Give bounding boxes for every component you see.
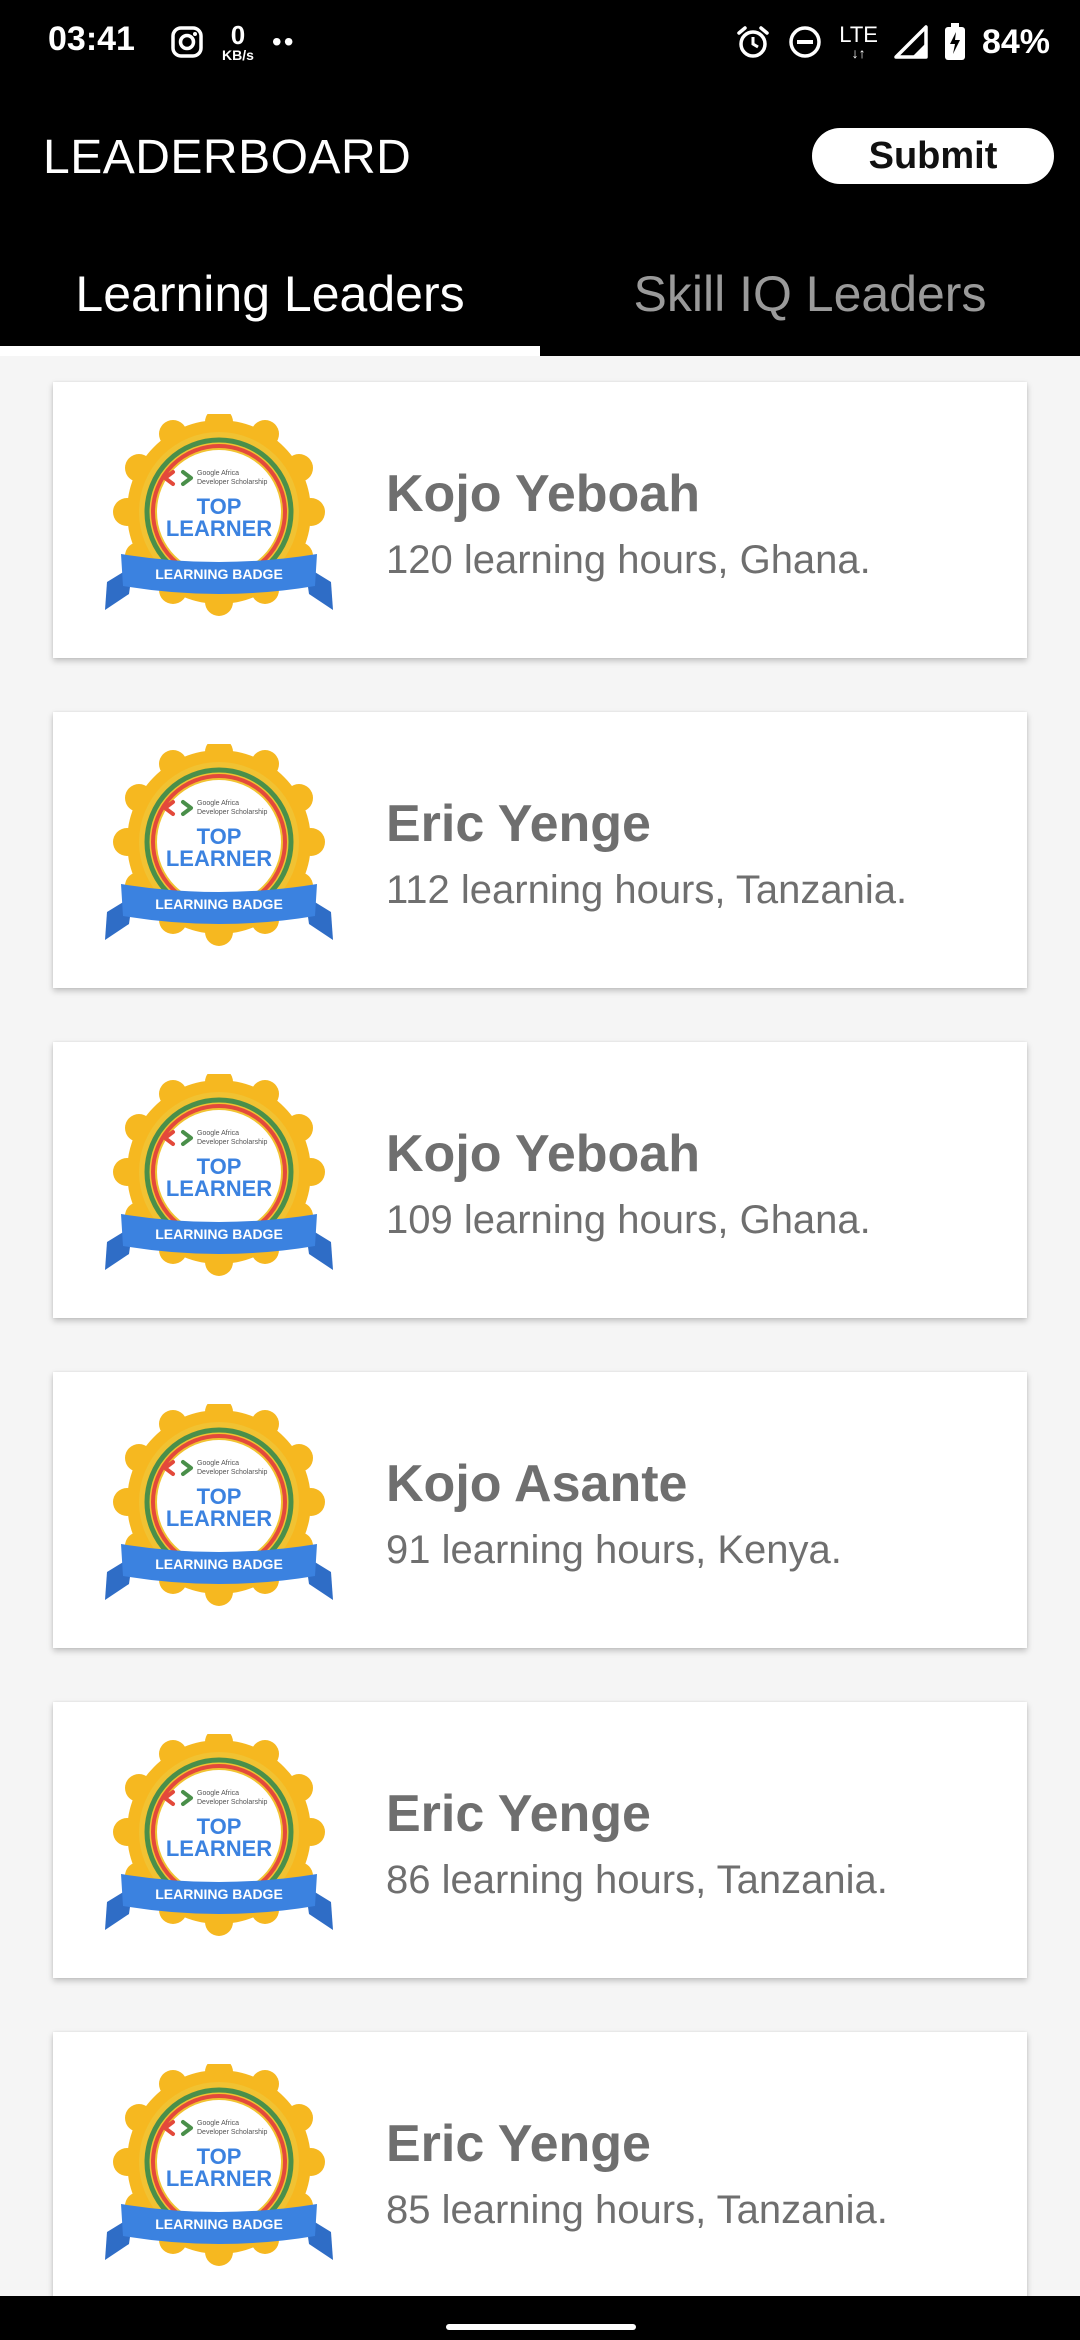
- top-learner-badge-icon: Google Africa Developer Scholarship TOP …: [105, 1404, 333, 1606]
- tab-skill-iq-leaders[interactable]: Skill IQ Leaders: [540, 232, 1080, 356]
- leader-name: Kojo Asante: [386, 1455, 688, 1513]
- leader-name: Kojo Yeboah: [386, 1125, 700, 1183]
- leader-hours-country: 86 learning hours, Tanzania.: [386, 1858, 888, 1902]
- leader-card[interactable]: Google Africa Developer Scholarship TOP …: [53, 382, 1027, 658]
- svg-text:Google Africa: Google Africa: [197, 1790, 239, 1797]
- svg-text:LEARNING BADGE: LEARNING BADGE: [155, 1886, 283, 1902]
- tab-indicator: [0, 346, 540, 356]
- svg-text:Developer Scholarship: Developer Scholarship: [197, 1139, 268, 1146]
- svg-text:LEARNING BADGE: LEARNING BADGE: [155, 2216, 283, 2232]
- svg-text:Developer Scholarship: Developer Scholarship: [197, 809, 268, 816]
- signal-icon: [894, 25, 928, 59]
- svg-text:LEARNING BADGE: LEARNING BADGE: [155, 896, 283, 912]
- leader-hours-country: 91 learning hours, Kenya.: [386, 1528, 842, 1572]
- svg-text:LEARNING BADGE: LEARNING BADGE: [155, 1226, 283, 1242]
- svg-text:Google Africa: Google Africa: [197, 1130, 239, 1137]
- svg-text:Google Africa: Google Africa: [197, 800, 239, 807]
- tab-bar: Learning Leaders Skill IQ Leaders: [0, 232, 1080, 356]
- leader-card[interactable]: Google Africa Developer Scholarship TOP …: [53, 712, 1027, 988]
- svg-text:LEARNER: LEARNER: [166, 1506, 272, 1531]
- leader-name: Eric Yenge: [386, 2115, 651, 2173]
- tab-label: Learning Leaders: [75, 266, 465, 322]
- svg-text:LEARNER: LEARNER: [166, 846, 272, 871]
- leader-hours-country: 120 learning hours, Ghana.: [386, 538, 871, 582]
- leader-card[interactable]: Google Africa Developer Scholarship TOP …: [53, 2032, 1027, 2296]
- leader-card[interactable]: Google Africa Developer Scholarship TOP …: [53, 1372, 1027, 1648]
- leader-card[interactable]: Google Africa Developer Scholarship TOP …: [53, 1702, 1027, 1978]
- svg-text:LEARNER: LEARNER: [166, 2166, 272, 2191]
- svg-text:Google Africa: Google Africa: [197, 470, 239, 477]
- status-left-icons: 0 KB/s ••: [170, 18, 296, 66]
- status-time: 03:41: [48, 20, 135, 58]
- svg-text:Google Africa: Google Africa: [197, 1460, 239, 1467]
- leader-name: Eric Yenge: [386, 795, 651, 853]
- svg-text:LEARNER: LEARNER: [166, 1176, 272, 1201]
- battery-charging-icon: [944, 23, 965, 60]
- top-learner-badge-icon: Google Africa Developer Scholarship TOP …: [105, 2064, 333, 2266]
- leader-hours-country: 109 learning hours, Ghana.: [386, 1198, 871, 1242]
- leaders-list[interactable]: Google Africa Developer Scholarship TOP …: [0, 356, 1080, 2296]
- status-right-icons: LTE ↓↑ 84%: [735, 18, 1050, 66]
- svg-text:LEARNER: LEARNER: [166, 516, 272, 541]
- svg-text:Developer Scholarship: Developer Scholarship: [197, 1469, 268, 1476]
- leader-card[interactable]: Google Africa Developer Scholarship TOP …: [53, 1042, 1027, 1318]
- battery-percent: 84%: [981, 22, 1050, 61]
- lte-indicator: LTE ↓↑: [839, 22, 878, 61]
- instagram-icon: [171, 26, 203, 58]
- home-gesture-handle[interactable]: [446, 2324, 636, 2330]
- tab-learning-leaders[interactable]: Learning Leaders: [0, 232, 540, 356]
- top-learner-badge-icon: Google Africa Developer Scholarship TOP …: [105, 744, 333, 946]
- tab-label: Skill IQ Leaders: [633, 266, 987, 322]
- svg-text:Developer Scholarship: Developer Scholarship: [197, 2129, 268, 2136]
- top-learner-badge-icon: Google Africa Developer Scholarship TOP …: [105, 414, 333, 616]
- svg-text:LEARNING BADGE: LEARNING BADGE: [155, 566, 283, 582]
- leader-hours-country: 112 learning hours, Tanzania.: [386, 868, 908, 912]
- leader-name: Kojo Yeboah: [386, 465, 700, 523]
- app-bar: LEADERBOARD Submit: [0, 84, 1080, 232]
- top-learner-badge-icon: Google Africa Developer Scholarship TOP …: [105, 1074, 333, 1276]
- svg-text:LEARNER: LEARNER: [166, 1836, 272, 1861]
- page-title: LEADERBOARD: [43, 131, 412, 184]
- leader-name: Eric Yenge: [386, 1785, 651, 1843]
- top-learner-badge-icon: Google Africa Developer Scholarship TOP …: [105, 1734, 333, 1936]
- svg-text:Google Africa: Google Africa: [197, 2120, 239, 2127]
- network-speed: 0 KB/s: [222, 20, 254, 63]
- svg-text:Developer Scholarship: Developer Scholarship: [197, 1799, 268, 1806]
- system-nav-bar: [0, 2296, 1080, 2340]
- status-bar: 03:41 0 KB/s •• LTE ↓↑ 84%: [0, 0, 1080, 84]
- leader-hours-country: 85 learning hours, Tanzania.: [386, 2188, 888, 2232]
- svg-text:Developer Scholarship: Developer Scholarship: [197, 479, 268, 486]
- svg-text:LEARNING BADGE: LEARNING BADGE: [155, 1556, 283, 1572]
- more-notifications-icon: ••: [271, 26, 296, 57]
- dnd-icon: [789, 26, 821, 58]
- submit-button[interactable]: Submit: [812, 128, 1054, 184]
- alarm-icon: [737, 26, 769, 58]
